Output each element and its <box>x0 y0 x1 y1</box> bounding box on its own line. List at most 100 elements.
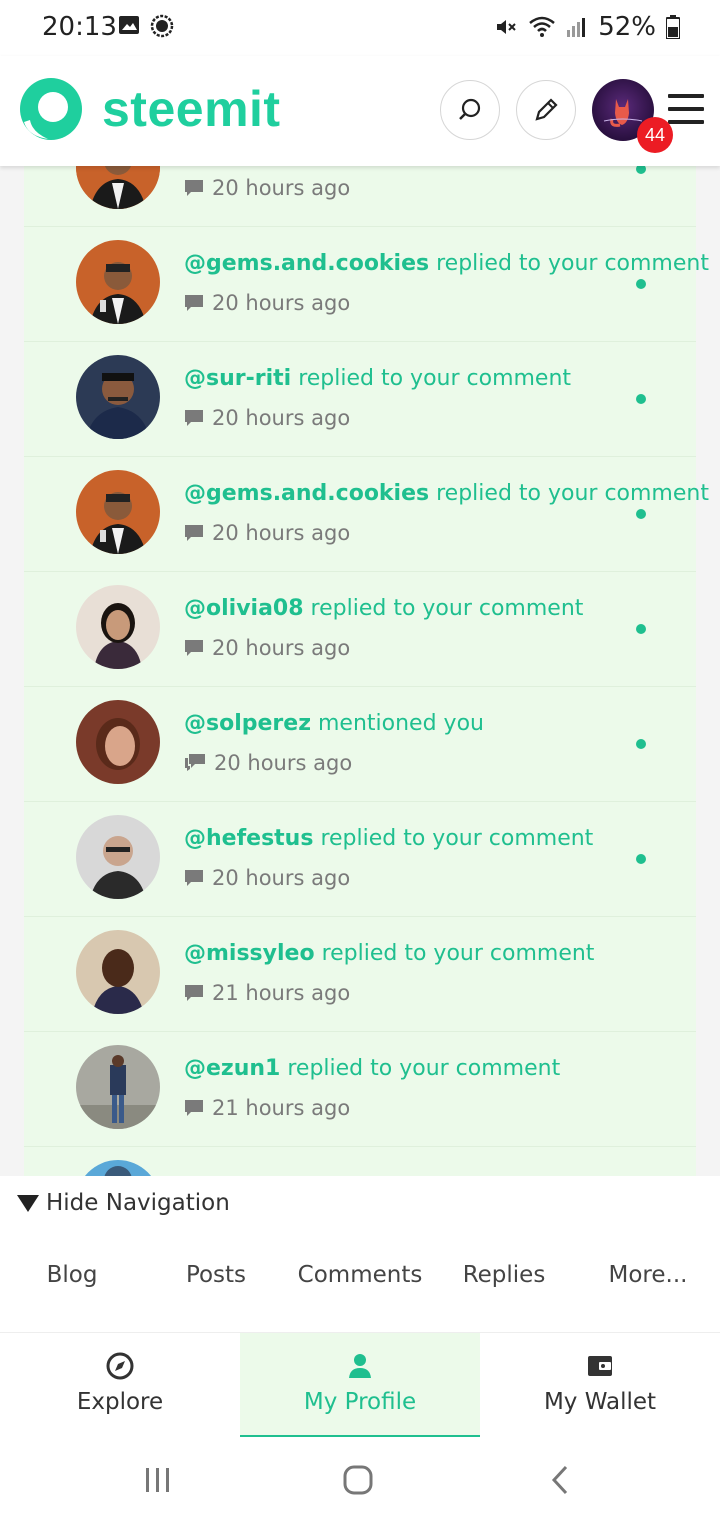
notification-meta: 20 hours ago <box>184 636 350 660</box>
notification-time: 20 hours ago <box>212 176 351 200</box>
screen: 20:13 52% steemit 44 20 hours ago @gems.… <box>0 0 720 1520</box>
person-icon <box>349 1354 371 1378</box>
profile-subtabs: Blog Posts Comments Replies More... <box>0 1262 720 1288</box>
comment-icon <box>185 1100 203 1116</box>
notification-item[interactable]: @hefestus replied to your comment 20 hou… <box>24 802 696 917</box>
tab-my-profile[interactable]: My Profile <box>240 1333 480 1437</box>
steemit-logo[interactable]: steemit <box>18 76 281 142</box>
notification-item[interactable]: @solperez mentioned you 20 hours ago <box>24 687 696 802</box>
notification-action: mentioned you <box>318 711 484 736</box>
notification-time: 20 hours ago <box>212 406 351 430</box>
subtab-comments[interactable]: Comments <box>288 1262 432 1288</box>
gallery-icon <box>119 16 139 34</box>
user-avatar <box>76 700 160 784</box>
notification-action: replied to your comment <box>436 481 709 506</box>
unread-dot <box>636 739 646 749</box>
notification-time: 20 hours ago <box>212 291 351 315</box>
notification-user[interactable]: @missyleo <box>184 941 315 966</box>
avatar-image <box>76 815 160 899</box>
notification-title: @missyleo replied to your comment <box>184 941 594 966</box>
bottom-tab-bar: Explore My Profile My Wallet <box>0 1332 720 1440</box>
status-time: 20:13 <box>42 12 117 42</box>
comment-icon <box>185 410 203 426</box>
avatar-image <box>76 470 160 554</box>
compass-icon <box>106 1352 134 1380</box>
notification-time: 21 hours ago <box>212 1096 351 1120</box>
notification-time: 20 hours ago <box>212 521 351 545</box>
tab-explore[interactable]: Explore <box>0 1333 240 1437</box>
app-header: steemit 44 <box>0 56 720 166</box>
notification-user[interactable]: @ezun1 <box>184 1056 280 1081</box>
notification-item[interactable]: @sur-riti replied to your comment 20 hou… <box>24 342 696 457</box>
notification-title: @ezun1 replied to your comment <box>184 1056 560 1081</box>
comment-icon <box>185 525 203 541</box>
notification-item[interactable]: @gems.and.cookies replied to your commen… <box>24 227 709 342</box>
mention-icon <box>185 754 205 771</box>
notification-user[interactable]: @hefestus <box>184 826 313 851</box>
notification-user[interactable]: @gems.and.cookies <box>184 481 429 506</box>
notification-item[interactable]: @ezun1 replied to your comment 21 hours … <box>24 1032 696 1147</box>
status-left-icons <box>118 14 174 38</box>
notification-meta: 20 hours ago <box>184 866 350 890</box>
tab-label: My Wallet <box>543 1389 657 1415</box>
tab-label: My Profile <box>303 1389 417 1415</box>
notification-title: @solperez mentioned you <box>184 711 484 736</box>
notification-time: 21 hours ago <box>212 981 351 1005</box>
avatar-image <box>76 355 160 439</box>
menu-line <box>668 94 704 98</box>
user-avatar <box>76 930 160 1014</box>
avatar-image <box>76 585 160 669</box>
signal-icon <box>567 18 586 37</box>
subtab-blog[interactable]: Blog <box>0 1262 144 1288</box>
avatar-image <box>76 240 160 324</box>
user-avatar <box>76 815 160 899</box>
user-avatar <box>76 1045 160 1129</box>
comment-icon <box>185 985 203 1001</box>
menu-line <box>668 120 704 124</box>
subtab-more[interactable]: More... <box>576 1262 720 1288</box>
notification-action: replied to your comment <box>320 826 594 851</box>
notification-user[interactable]: @gems.and.cookies <box>184 251 429 276</box>
avatar-image <box>76 700 160 784</box>
battery-icon <box>666 15 680 39</box>
user-avatar <box>76 585 160 669</box>
comment-icon <box>185 870 203 886</box>
notification-item[interactable]: @gems.and.cookies replied to your commen… <box>24 457 709 572</box>
notification-title: @olivia08 replied to your comment <box>184 596 583 621</box>
search-icon <box>459 98 481 120</box>
wifi-icon <box>529 16 556 37</box>
notification-title: @sur-riti replied to your comment <box>184 366 571 391</box>
avatar-image <box>76 930 160 1014</box>
hide-navigation-label: Hide Navigation <box>46 1190 230 1216</box>
notification-meta: 20 hours ago <box>184 406 350 430</box>
subtab-replies[interactable]: Replies <box>432 1262 576 1288</box>
home-icon[interactable] <box>342 1464 374 1496</box>
notification-item[interactable]: @missyleo replied to your comment 21 hou… <box>24 917 696 1032</box>
notification-user[interactable]: @olivia08 <box>184 596 304 621</box>
pencil-icon <box>535 98 558 121</box>
recents-icon[interactable] <box>144 1466 172 1494</box>
notification-meta: 20 hours ago <box>184 751 352 775</box>
write-post-button[interactable] <box>516 80 576 140</box>
subtab-posts[interactable]: Posts <box>144 1262 288 1288</box>
wallet-icon <box>588 1356 612 1376</box>
notification-time: 20 hours ago <box>214 751 353 775</box>
back-icon[interactable] <box>548 1464 572 1496</box>
menu-button[interactable] <box>668 94 704 133</box>
notification-title: @hefestus replied to your comment <box>184 826 593 851</box>
system-nav-bar <box>0 1440 720 1520</box>
hide-navigation-toggle[interactable]: Hide Navigation <box>16 1190 230 1216</box>
tab-my-wallet[interactable]: My Wallet <box>480 1333 720 1437</box>
notification-badge[interactable]: 44 <box>637 117 673 153</box>
notification-user[interactable]: @solperez <box>184 711 311 736</box>
notification-user[interactable]: @sur-riti <box>184 366 291 391</box>
hide-navigation-panel: Hide Navigation Blog Posts Comments Repl… <box>0 1176 720 1332</box>
user-avatar <box>76 240 160 324</box>
messenger-icon <box>150 14 174 38</box>
notification-action: replied to your comment <box>298 366 572 391</box>
notification-time: 20 hours ago <box>212 866 351 890</box>
notification-action: replied to your comment <box>321 941 595 966</box>
notification-item[interactable]: @olivia08 replied to your comment 20 hou… <box>24 572 696 687</box>
search-button[interactable] <box>440 80 500 140</box>
tab-icon-wrap <box>0 1351 240 1381</box>
